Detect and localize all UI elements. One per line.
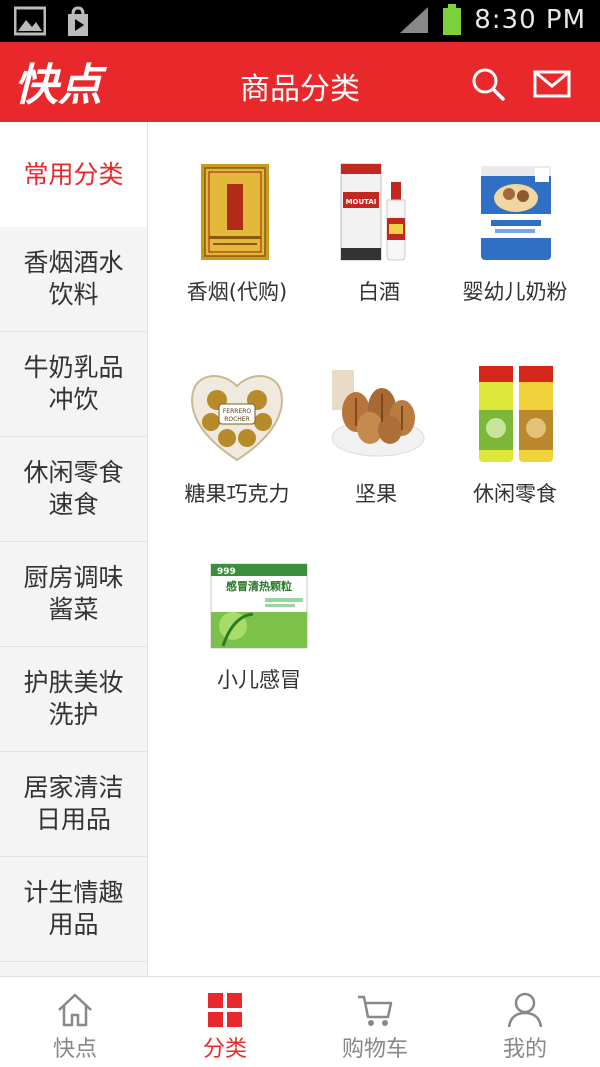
chocolate-box-icon: FERRERO ROCHER — [191, 374, 283, 462]
nav-label: 分类 — [202, 1037, 247, 1062]
sidebar-item-label: 休闲零食 速食 — [23, 458, 124, 519]
nav-cart[interactable]: 购物车 — [300, 977, 450, 1067]
category-label: 香烟(代购) — [186, 280, 288, 304]
svg-text:999: 999 — [217, 567, 236, 577]
user-icon — [507, 992, 543, 1028]
status-bar: 8:30 PM — [0, 0, 600, 42]
cart-icon — [358, 995, 393, 1026]
sidebar-item-label: 香烟酒水 饮料 — [23, 248, 124, 309]
home-icon — [58, 993, 92, 1027]
category-child-cold-medicine[interactable]: 999 感冒清热颗粒 小儿感冒 — [189, 524, 329, 724]
category-infant-formula[interactable]: 婴幼儿奶粉 — [445, 122, 585, 322]
sidebar-item-tobacco-drinks[interactable]: 香烟酒水 饮料 — [0, 227, 147, 332]
app-header: 快点 商品分类 — [0, 42, 600, 122]
nav-category[interactable]: 分类 — [150, 977, 300, 1067]
nav-home[interactable]: 快点 — [0, 977, 150, 1067]
search-icon[interactable] — [468, 64, 508, 104]
grid-icon — [208, 993, 242, 1027]
svg-text:感冒清热颗粒: 感冒清热颗粒 — [226, 579, 292, 593]
chips-can-icon — [479, 366, 553, 462]
nuts-bowl-icon — [331, 370, 425, 457]
svg-text:ROCHER: ROCHER — [224, 416, 250, 423]
medicine-box-icon: 999 感冒清热颗粒 — [210, 563, 308, 649]
page-title: 商品分类 — [240, 72, 360, 107]
play-store-icon — [68, 6, 88, 36]
sidebar-item-label: 计生情趣 用品 — [23, 878, 124, 939]
category-grid: 香烟(代购) MOUTAI 白酒 婴幼儿奶粉 FERRERO ROCHER 糖果… — [149, 122, 600, 976]
signal-icon — [400, 7, 429, 33]
category-cigarettes[interactable]: 香烟(代购) — [167, 122, 307, 322]
nav-label: 我的 — [502, 1037, 547, 1062]
sidebar-item-household[interactable]: 居家清洁 日用品 — [0, 752, 147, 857]
status-time: 8:30 PM — [474, 5, 586, 35]
category-label: 坚果 — [355, 482, 397, 506]
category-label: 小儿感冒 — [217, 668, 301, 692]
bottom-navigation: 快点 分类 购物车 我的 — [0, 976, 600, 1067]
sidebar-item-label: 常用分类 — [23, 159, 124, 189]
category-baijiu[interactable]: MOUTAI 白酒 — [309, 122, 449, 322]
nav-label: 快点 — [52, 1037, 97, 1062]
moutai-bottle-icon: MOUTAI — [340, 163, 406, 261]
message-icon[interactable] — [532, 64, 572, 104]
sidebar-item-snacks[interactable]: 休闲零食 速食 — [0, 437, 147, 542]
cigarette-pack-icon — [201, 164, 269, 260]
category-candy-chocolate[interactable]: FERRERO ROCHER 糖果巧克力 — [167, 324, 307, 524]
category-snacks[interactable]: 休闲零食 — [445, 324, 585, 524]
nav-label: 购物车 — [341, 1037, 408, 1062]
sidebar-item-family-planning[interactable]: 计生情趣 用品 — [0, 857, 147, 962]
sidebar-item-skincare[interactable]: 护肤美妆 洗护 — [0, 647, 147, 752]
sidebar-item-label: 护肤美妆 洗护 — [23, 668, 124, 729]
svg-text:MOUTAI: MOUTAI — [346, 198, 377, 206]
battery-icon — [443, 4, 462, 35]
category-label: 休闲零食 — [473, 482, 557, 506]
sidebar-item-dairy[interactable]: 牛奶乳品 冲饮 — [0, 332, 147, 437]
category-nuts[interactable]: 坚果 — [306, 324, 446, 524]
svg-text:FERRERO: FERRERO — [223, 408, 252, 415]
milk-powder-can-icon — [481, 166, 551, 260]
category-label: 糖果巧克力 — [184, 482, 290, 506]
category-sidebar: 常用分类 香烟酒水 饮料 牛奶乳品 冲饮 休闲零食 速食 厨房调味 酱菜 护肤美妆 洗护 … — [0, 122, 148, 976]
image-icon — [14, 6, 46, 36]
sidebar-item-kitchen[interactable]: 厨房调味 酱菜 — [0, 542, 147, 647]
sidebar-item-label: 居家清洁 日用品 — [23, 773, 124, 834]
sidebar-item-common[interactable]: 常用分类 — [0, 122, 147, 227]
category-label: 婴幼儿奶粉 — [462, 280, 568, 304]
sidebar-item-label: 厨房调味 酱菜 — [23, 563, 124, 624]
nav-mine[interactable]: 我的 — [450, 977, 600, 1067]
sidebar-item-label: 牛奶乳品 冲饮 — [23, 353, 124, 414]
